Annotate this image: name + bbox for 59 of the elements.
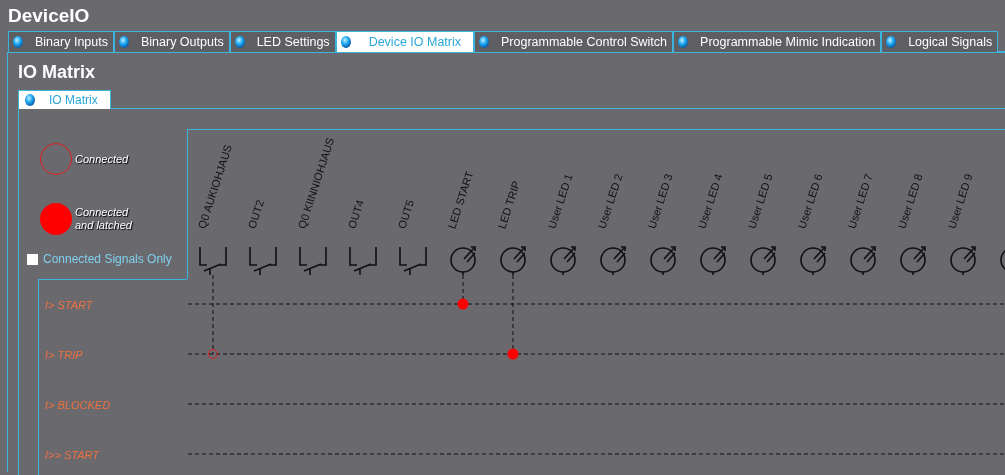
latched-marker-icon[interactable] (457, 298, 469, 310)
tab[interactable]: Binary Inputs (8, 31, 114, 52)
column-label: OUT5 (395, 198, 417, 230)
status-bulb-icon (25, 94, 35, 106)
status-bulb-icon (118, 36, 129, 48)
led-symbol-icon (650, 246, 676, 276)
column-label: User LED 4 (695, 172, 725, 230)
contact-symbol-icon (399, 246, 427, 276)
led-symbol-icon (600, 246, 626, 276)
column-label: User LED 1 (545, 172, 575, 230)
signal-label: I> START (45, 297, 93, 313)
column-label: OUT2 (245, 198, 267, 230)
column-label: User LED 7 (845, 172, 875, 230)
status-bulb-icon (13, 36, 23, 48)
led-symbol-icon (750, 246, 776, 276)
status-bulb-icon (234, 36, 245, 48)
latched-marker-icon (40, 203, 72, 235)
column-label: LED TRIP (495, 179, 523, 230)
contact-symbol-icon (349, 246, 377, 276)
tab[interactable]: Programmable Control Switch (474, 31, 674, 52)
tab[interactable]: Logical Signals (881, 31, 999, 52)
signal-label: I> BLOCKED (45, 397, 111, 413)
tab[interactable]: LED Settings (229, 31, 336, 52)
status-bulb-icon (886, 36, 897, 48)
led-symbol-icon (800, 246, 826, 276)
legend-label: Connected and latched (75, 206, 133, 232)
led-symbol-icon (550, 246, 576, 276)
signal-label: I> TRIP (45, 347, 83, 363)
led-symbol-icon (450, 246, 476, 276)
column-label: User LED 6 (795, 172, 825, 230)
led-symbol-icon (700, 246, 726, 276)
contact-symbol-icon (299, 246, 327, 276)
status-bulb-icon (479, 36, 489, 48)
column-label: User LED 9 (945, 172, 975, 230)
connected-marker-icon[interactable] (208, 349, 218, 359)
contact-symbol-icon (199, 246, 227, 276)
tab[interactable]: Binary Outputs (113, 31, 230, 52)
led-symbol-icon (950, 246, 976, 276)
checkbox-label: Connected Signals Only (43, 251, 172, 268)
led-symbol-icon (900, 246, 926, 276)
checkbox[interactable] (27, 253, 38, 265)
column-label: User LED 5 (745, 172, 775, 230)
status-bulb-icon (678, 36, 689, 48)
tab[interactable]: Programmable Mimic Indication (673, 31, 882, 52)
status-bulb-icon (340, 36, 351, 48)
column-label: OUT4 (345, 198, 367, 230)
led-symbol-icon (500, 246, 526, 276)
legend-label: Connected (75, 152, 130, 166)
contact-symbol-icon (249, 246, 277, 276)
led-symbol-icon (1000, 247, 1005, 273)
column-label: User LED 2 (595, 172, 625, 230)
column-label: LED START (445, 169, 476, 230)
page-title: IO Matrix (18, 61, 97, 84)
app-title: DeviceIO (7, 4, 91, 28)
signal-label: I>> START (45, 447, 99, 463)
column-label: User LED 8 (895, 172, 925, 230)
led-symbol-icon (850, 246, 876, 276)
latched-marker-icon[interactable] (507, 348, 519, 360)
column-label: User LED 3 (645, 172, 675, 230)
